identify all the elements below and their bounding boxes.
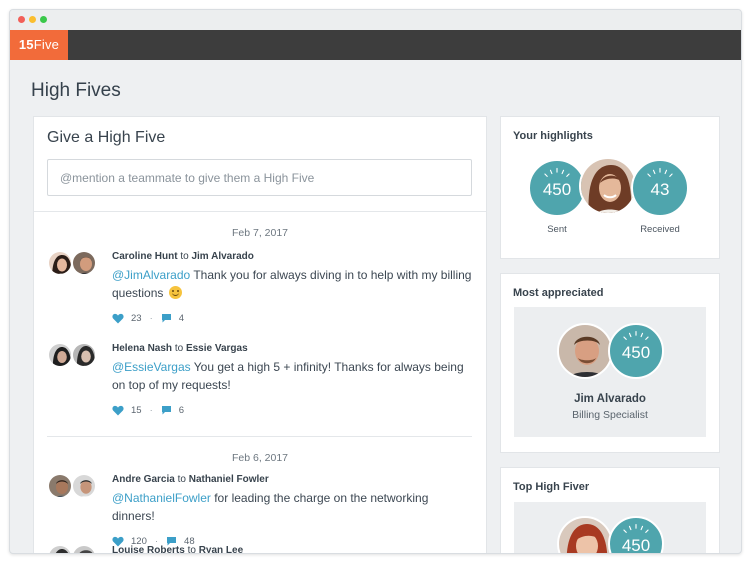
separator-dot: · — [149, 312, 153, 324]
appreciation-count: 450 — [621, 343, 651, 362]
received-count-badge[interactable]: 43 — [631, 159, 689, 217]
person-avatar — [557, 516, 613, 553]
top-nav-bar: 15Five — [10, 30, 741, 60]
post-message: @NathanielFowler for leading the charge … — [112, 489, 472, 525]
separator-dot: · — [149, 404, 153, 416]
feed-post: Andre Garcia to Nathaniel Fowler @Nathan… — [47, 473, 477, 548]
heart-icon[interactable] — [112, 313, 124, 324]
like-count: 15 — [131, 404, 142, 416]
mention-link[interactable]: @NathanielFowler — [112, 491, 211, 505]
most-appreciated-title: Most appreciated — [513, 287, 604, 299]
sender-avatar[interactable] — [47, 544, 73, 553]
top-high-fiver-title: Top High Fiver — [513, 481, 590, 493]
divider — [34, 211, 486, 212]
sender-name[interactable]: Andre Garcia — [112, 474, 175, 485]
like-count: 23 — [131, 312, 142, 324]
post-avatars — [47, 250, 102, 278]
recipient-avatar[interactable] — [71, 250, 97, 276]
person-role: Billing Specialist — [572, 409, 648, 421]
high-five-count-badge: 450 — [608, 516, 664, 554]
recipient-name[interactable]: Ryan Lee — [199, 545, 243, 553]
divider — [47, 436, 472, 437]
person-avatar — [557, 323, 613, 379]
post-message: @EssieVargas You get a high 5 + infinity… — [112, 358, 472, 394]
most-appreciated-panel[interactable]: 450 Jim Alvarado Billing Specialist — [514, 307, 706, 437]
mention-input[interactable] — [47, 159, 472, 196]
recipient-name[interactable]: Nathaniel Fowler — [189, 474, 269, 485]
sent-label: Sent — [547, 224, 567, 235]
feed-post: Caroline Hunt to Jim Alvarado @JimAlvara… — [47, 250, 477, 325]
post-avatars — [47, 544, 102, 553]
mention-link[interactable]: @JimAlvarado — [112, 268, 190, 282]
recipient-name[interactable]: Essie Vargas — [186, 343, 248, 354]
sender-avatar[interactable] — [47, 250, 73, 276]
logo-number: 15 — [18, 37, 34, 52]
post-avatars — [47, 342, 102, 370]
sent-count: 450 — [542, 180, 572, 199]
comment-count: 6 — [178, 404, 185, 416]
highlights-card: Your highlights 450 43 Sent Received — [500, 116, 720, 259]
post-stats: 15 · 6 — [112, 404, 472, 416]
feed-date: Feb 6, 2017 — [231, 452, 289, 464]
smile-emoji-icon — [168, 286, 182, 299]
comment-icon[interactable] — [161, 405, 172, 415]
sender-name[interactable]: Caroline Hunt — [112, 251, 178, 262]
close-window-button[interactable] — [18, 16, 25, 23]
to-word: to — [174, 343, 184, 354]
recipient-avatar[interactable] — [71, 544, 97, 553]
post-avatars — [47, 473, 102, 501]
post-message: @JimAlvarado Thank you for always diving… — [112, 266, 472, 302]
post-header: Helena Nash to Essie Vargas — [112, 342, 472, 356]
heart-icon[interactable] — [112, 405, 124, 416]
high-five-feed-card: Give a High Five Feb 7, 2017 Caroline Hu… — [33, 116, 487, 554]
appreciation-count-badge: 450 — [608, 323, 664, 379]
sent-count-badge[interactable]: 450 — [528, 159, 586, 217]
to-word: to — [180, 251, 189, 262]
comment-count: 4 — [178, 312, 185, 324]
give-high-five-title: Give a High Five — [47, 129, 166, 146]
highlights-title: Your highlights — [513, 130, 593, 142]
maximize-window-button[interactable] — [40, 16, 47, 23]
app-logo[interactable]: 15Five — [10, 30, 68, 60]
to-word: to — [187, 545, 196, 554]
sender-name[interactable]: Louise Roberts — [112, 545, 185, 553]
comment-icon[interactable] — [161, 313, 172, 323]
recipient-avatar[interactable] — [71, 473, 97, 499]
mention-link[interactable]: @EssieVargas — [112, 360, 191, 374]
logo-word: Five — [33, 37, 60, 52]
recipient-avatar[interactable] — [71, 342, 97, 368]
user-avatar[interactable] — [579, 157, 637, 215]
minimize-window-button[interactable] — [29, 16, 36, 23]
feed-post: Helena Nash to Essie Vargas @EssieVargas… — [47, 342, 477, 417]
app-window: 15Five High Fives Give a High Five Feb 7… — [9, 9, 742, 554]
post-body: Helena Nash to Essie Vargas @EssieVargas… — [112, 342, 472, 416]
received-label: Received — [640, 224, 680, 235]
high-five-count: 450 — [621, 536, 651, 554]
person-name: Jim Alvarado — [574, 393, 646, 405]
post-body: Caroline Hunt to Jim Alvarado @JimAlvara… — [112, 250, 472, 324]
sender-avatar[interactable] — [47, 342, 73, 368]
post-header: Louise Roberts to Ryan Lee — [112, 544, 472, 554]
page-title: High Fives — [31, 80, 121, 101]
top-high-fiver-card: Top High Fiver 450 — [500, 467, 720, 554]
received-count: 43 — [650, 180, 670, 199]
recipient-name[interactable]: Jim Alvarado — [191, 251, 253, 262]
to-word: to — [177, 474, 186, 485]
post-header: Andre Garcia to Nathaniel Fowler — [112, 473, 472, 487]
post-body: Andre Garcia to Nathaniel Fowler @Nathan… — [112, 473, 472, 547]
feed-date: Feb 7, 2017 — [231, 227, 289, 239]
sender-name[interactable]: Helena Nash — [112, 343, 172, 354]
feed-post: Louise Roberts to Ryan Lee — [47, 544, 477, 554]
most-appreciated-card: Most appreciated 450 Jim Alvarado Billin… — [500, 273, 720, 453]
sender-avatar[interactable] — [47, 473, 73, 499]
top-high-fiver-panel[interactable]: 450 — [514, 502, 706, 554]
post-header: Caroline Hunt to Jim Alvarado — [112, 250, 472, 264]
window-chrome — [10, 10, 741, 30]
post-body: Louise Roberts to Ryan Lee — [112, 544, 472, 554]
post-stats: 23 · 4 — [112, 312, 472, 324]
